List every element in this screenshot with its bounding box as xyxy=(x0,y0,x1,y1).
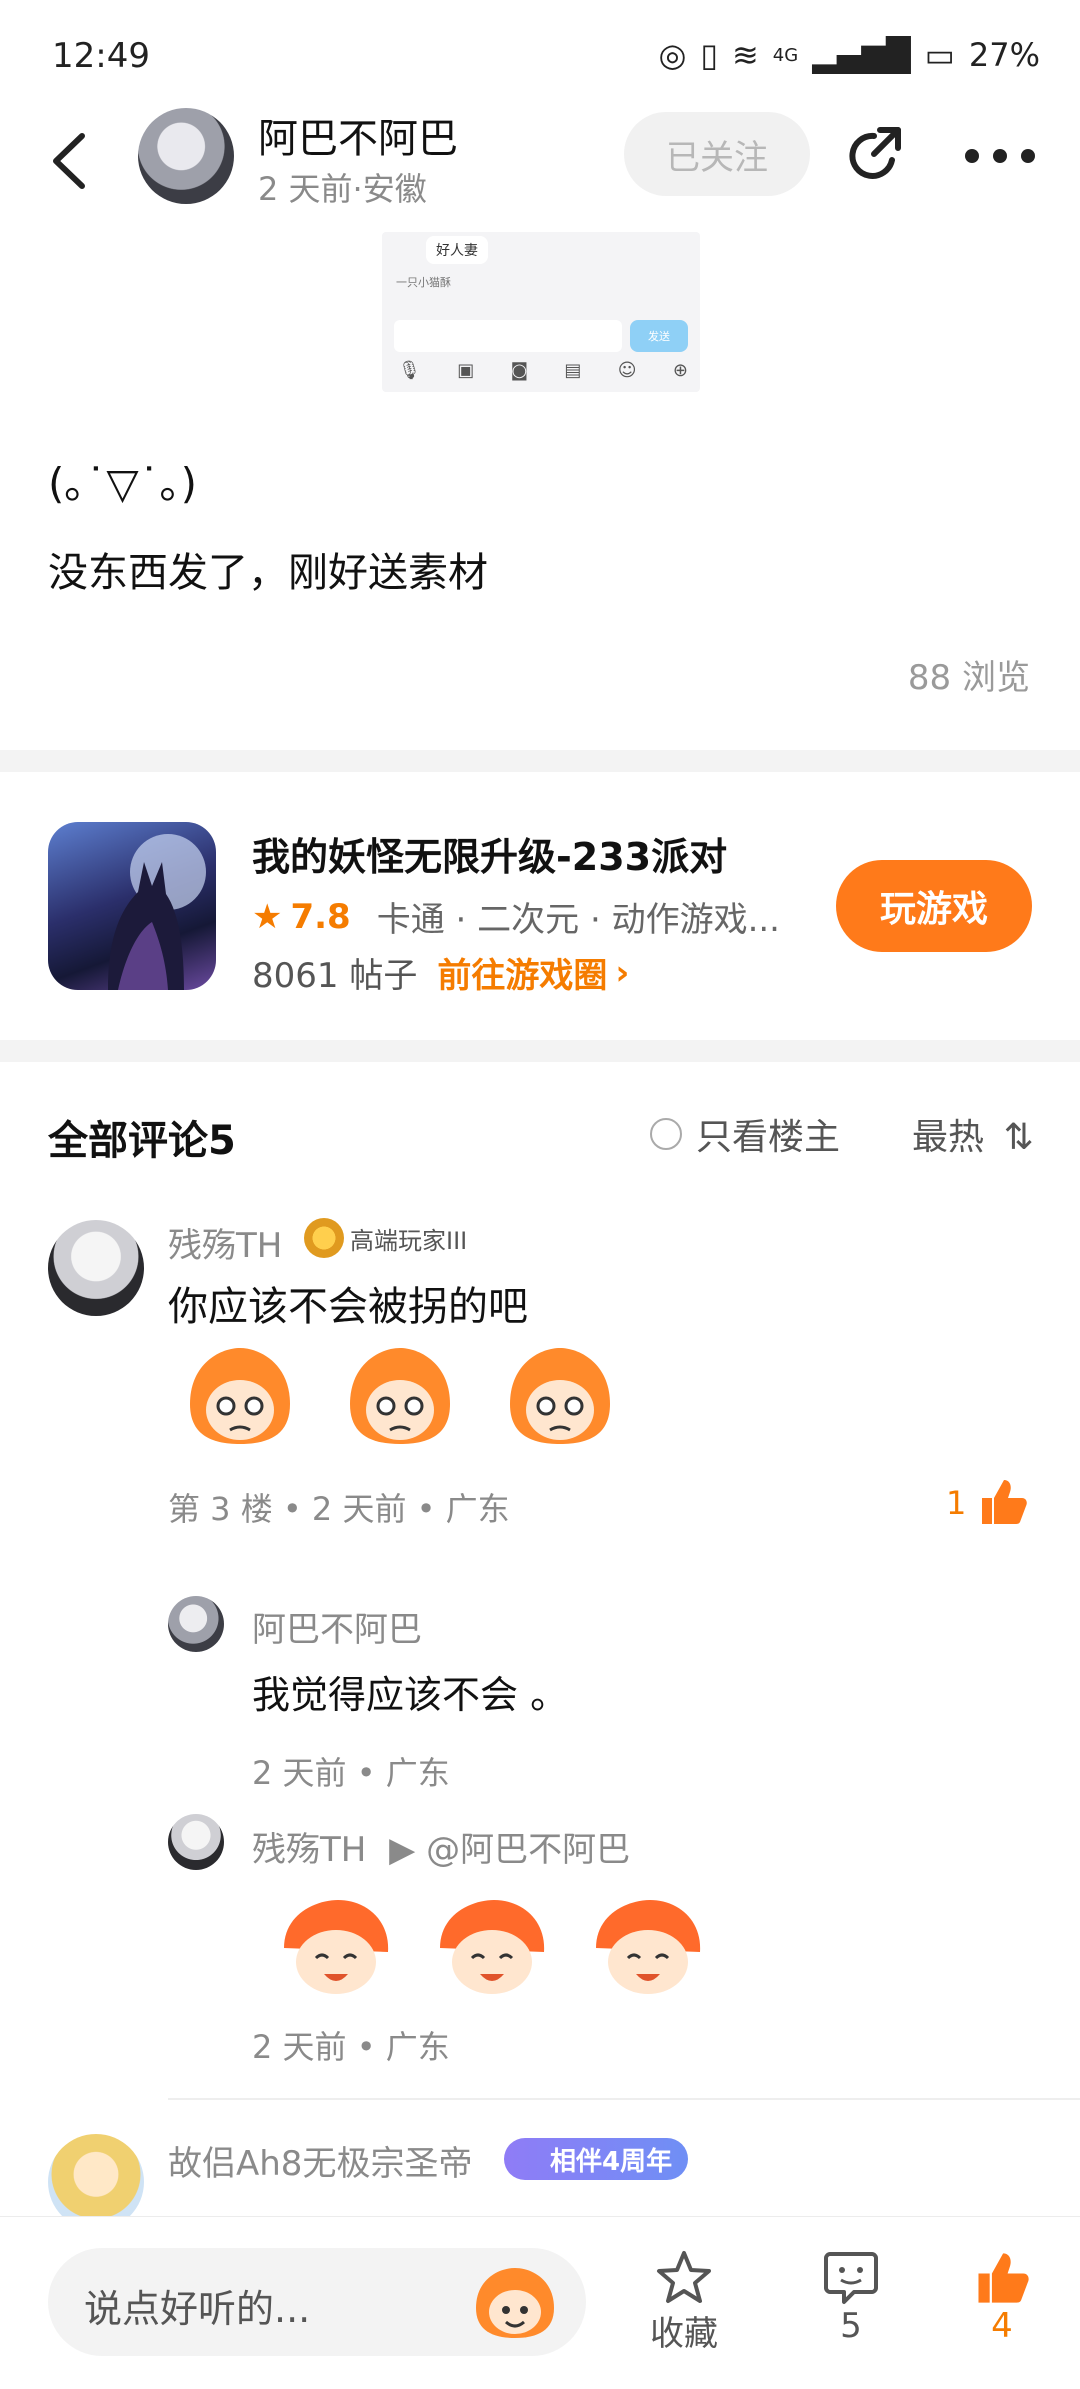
smile-icon: ☺ xyxy=(617,360,637,381)
thumb-chat-bubble: 好人妻 xyxy=(426,236,488,264)
post-image[interactable]: 好人妻 一只小猫酥 发送 🎙 ▣ ◙ ▤ ☺ ⊕ xyxy=(382,232,700,392)
collect-button[interactable]: 收藏 xyxy=(650,2250,718,2355)
emoji-picker-icon[interactable] xyxy=(472,2266,558,2340)
sticker-icon xyxy=(596,1900,701,1994)
back-icon[interactable] xyxy=(44,126,96,196)
plus-icon: ⊕ xyxy=(672,360,688,381)
section-divider xyxy=(0,750,1080,772)
medal-icon xyxy=(304,1218,344,1258)
thumbs-up-icon xyxy=(978,2253,1029,2303)
vibrate-icon: ▯ xyxy=(700,36,718,74)
follow-button[interactable]: 已关注 xyxy=(624,112,810,196)
only-op-toggle[interactable]: 只看楼主 xyxy=(650,1108,840,1160)
game-icon[interactable] xyxy=(48,822,216,990)
sticker-icon xyxy=(440,1900,545,1994)
network-type: 4G xyxy=(772,44,799,66)
status-icons: ◎ ▯ ≋ 4G ▂▄▆█ ▭ 27% xyxy=(658,36,1040,74)
collect-label: 收藏 xyxy=(650,2314,718,2354)
share-icon[interactable] xyxy=(844,124,908,188)
thumb-input xyxy=(394,320,622,352)
reply-name-row: 残殇TH ▶ @阿巴不阿巴 xyxy=(252,1822,630,1871)
like-button[interactable]: 4 xyxy=(974,2250,1030,2346)
sticker-icon xyxy=(510,1348,610,1444)
author-avatar[interactable] xyxy=(138,108,234,204)
comment-separator xyxy=(168,2098,1080,2100)
status-bar: 12:49 ◎ ▯ ≋ 4G ▂▄▆█ ▭ 27% xyxy=(0,0,1080,108)
like-count: 4 xyxy=(991,2306,1013,2346)
mic-icon: 🎙 xyxy=(398,360,421,381)
game-posts-row: 8061 帖子 前往游戏圈 › xyxy=(252,948,629,997)
reply-text: 我觉得应该不会 。 xyxy=(252,1673,569,1717)
badge-label: 高端玩家III xyxy=(350,1226,468,1255)
comment-count: 5 xyxy=(840,2306,862,2346)
game-post-count: 8061 帖子 xyxy=(252,956,418,996)
section-divider xyxy=(0,1040,1080,1062)
reply-to[interactable]: ▶ @阿巴不阿巴 xyxy=(389,1830,630,1870)
game-tags: 卡通 · 二次元 · 动作游戏... xyxy=(376,900,780,940)
commenter-avatar[interactable] xyxy=(48,1220,144,1316)
battery-percent: 27% xyxy=(968,36,1040,74)
box-icon: ▤ xyxy=(564,360,582,381)
post-text: 没东西发了，刚好送素材 xyxy=(48,550,488,596)
only-op-label: 只看楼主 xyxy=(696,1117,841,1158)
comment-stickers xyxy=(180,1344,620,1448)
reply-avatar[interactable] xyxy=(168,1814,224,1870)
view-count: 88 浏览 xyxy=(907,658,1030,698)
comment-meta: 第 3 楼 • 2 天前 • 广东 xyxy=(168,1490,510,1528)
post-meta: 2 天前·安徽 xyxy=(258,170,427,208)
comment-input-placeholder[interactable]: 说点好听的... xyxy=(84,2278,310,2333)
comment-text: 你应该不会被拐的吧 xyxy=(168,1284,528,1330)
game-rating-row: ★ 7.8 卡通 · 二次元 · 动作游戏... xyxy=(252,892,780,941)
badge-label: 相伴4周年 xyxy=(550,2146,673,2177)
author-name[interactable]: 阿巴不阿巴 xyxy=(258,106,458,164)
signal-icon: ▂▄▆█ xyxy=(812,36,911,74)
game-rating: 7.8 xyxy=(290,896,351,937)
anniversary-badge: 相伴4周年 xyxy=(504,2138,689,2180)
commenter-name[interactable]: 残殇TH xyxy=(168,1218,282,1267)
battery-icon: ▭ xyxy=(924,36,955,74)
reply-avatar[interactable] xyxy=(168,1596,224,1652)
star-icon: ★ xyxy=(252,896,283,937)
game-title[interactable]: 我的妖怪无限升级-233派对 xyxy=(252,826,727,881)
comment-like-count: 1 xyxy=(946,1484,967,1522)
sort-icon: ⇅ xyxy=(1003,1117,1034,1158)
sticker-icon xyxy=(284,1900,389,1994)
comment-bubble-icon xyxy=(824,2252,878,2304)
comment-button[interactable]: 5 xyxy=(824,2250,878,2346)
wifi-icon: ≋ xyxy=(731,36,759,74)
sort-label: 最热 xyxy=(912,1117,985,1158)
data-saver-icon: ◎ xyxy=(658,36,687,74)
camera-icon: ◙ xyxy=(510,360,529,381)
thumb-chat-user: 一只小猫酥 xyxy=(396,276,451,289)
goto-game-circle-link[interactable]: 前往游戏圈 xyxy=(437,948,607,997)
thumbs-up-icon[interactable] xyxy=(978,1478,1028,1526)
sort-selector[interactable]: 最热 ⇅ xyxy=(912,1108,1034,1160)
reply-meta: 2 天前 • 广东 xyxy=(252,1754,450,1792)
thumb-send: 发送 xyxy=(630,320,688,352)
thumb-toolbar: 🎙 ▣ ◙ ▤ ☺ ⊕ xyxy=(398,360,688,381)
sticker-icon xyxy=(350,1348,450,1444)
sticker-icon xyxy=(190,1348,290,1444)
comments-title: 全部评论5 xyxy=(48,1118,236,1164)
reply-name[interactable]: 残殇TH xyxy=(252,1830,366,1870)
reply-meta: 2 天前 • 广东 xyxy=(252,2028,450,2066)
post-kaomoji: (｡˙▽˙｡) xyxy=(48,459,198,508)
status-time: 12:49 xyxy=(52,36,150,76)
image-icon: ▣ xyxy=(457,360,475,381)
level-badge: 高端玩家III xyxy=(304,1218,467,1258)
commenter-name[interactable]: 故侣Ah8无极宗圣帝 xyxy=(168,2136,472,2185)
reply-stickers xyxy=(276,1896,708,2000)
radio-icon[interactable] xyxy=(650,1118,682,1150)
reply-name[interactable]: 阿巴不阿巴 xyxy=(252,1602,422,1651)
more-icon[interactable] xyxy=(964,146,1036,166)
star-outline-icon xyxy=(657,2251,711,2303)
chevron-right-icon: › xyxy=(615,952,630,993)
play-game-button[interactable]: 玩游戏 xyxy=(836,860,1032,952)
